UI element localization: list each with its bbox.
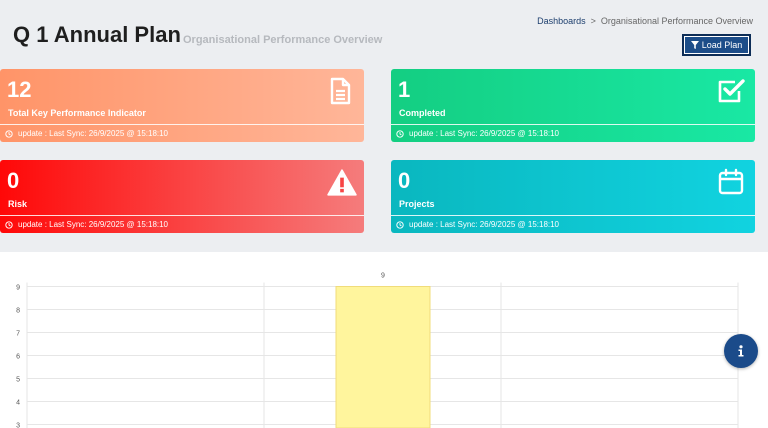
projects-footer: update : Last Sync: 26/9/2025 @ 15:18:10: [396, 220, 559, 229]
bar: [335, 286, 431, 428]
projects-sync-text: update : Last Sync: 26/9/2025 @ 15:18:10: [409, 220, 560, 229]
breadcrumb: Dashboards > Organisational Performance …: [537, 16, 753, 26]
page-title: Q 1 Annual Plan: [13, 22, 181, 47]
completed-value: 1: [398, 77, 411, 102]
card-divider: [0, 124, 364, 125]
card-divider: [0, 215, 364, 216]
y-tick-label: 9: [16, 285, 20, 292]
card-divider: [391, 215, 755, 216]
projects-card[interactable]: 0 Projects update : Last Sync: 26/9/2025…: [391, 160, 755, 233]
clock-icon: [396, 220, 404, 229]
risk-label: Risk: [8, 199, 28, 209]
y-tick-label: 4: [16, 400, 20, 407]
risk-card[interactable]: 0 Risk update : Last Sync: 26/9/2025 @ 1…: [0, 160, 364, 233]
checkbox-icon: [718, 79, 745, 103]
risk-sync-text: update : Last Sync: 26/9/2025 @ 15:18:10: [18, 220, 169, 229]
info-icon: [738, 345, 744, 357]
risk-footer: update : Last Sync: 26/9/2025 @ 15:18:10: [5, 220, 168, 229]
load-plan-label: Load Plan: [701, 40, 743, 50]
card-divider: [391, 124, 755, 125]
kpi-total-sync-text: update : Last Sync: 26/9/2025 @ 15:18:10: [18, 129, 169, 138]
calendar-icon: [718, 168, 744, 195]
bar-data-label: 9: [381, 273, 385, 280]
chart-panel: 3 4 5 6 7 8 9 9: [0, 252, 768, 428]
clock-icon: [5, 129, 13, 138]
kpi-total-footer: update : Last Sync: 26/9/2025 @ 15:18:10: [5, 129, 168, 138]
y-tick-label: 6: [16, 354, 20, 361]
page-subtitle: Organisational Performance Overview: [183, 34, 383, 46]
filter-icon: [690, 41, 699, 49]
projects-label: Projects: [399, 199, 435, 209]
bar-chart: 3 4 5 6 7 8 9 9: [16, 273, 739, 428]
projects-value: 0: [398, 168, 411, 193]
y-tick-label: 3: [16, 423, 20, 428]
y-tick-label: 8: [16, 308, 20, 315]
completed-footer: update : Last Sync: 26/9/2025 @ 15:18:10: [396, 129, 559, 138]
completed-label: Completed: [399, 108, 446, 118]
completed-card[interactable]: 1 Completed update : Last Sync: 26/9/202…: [391, 69, 755, 142]
document-icon: [330, 77, 351, 105]
kpi-total-card[interactable]: 12 Total Key Performance Indicator updat…: [0, 69, 364, 142]
info-button[interactable]: [724, 334, 758, 368]
risk-value: 0: [7, 168, 20, 193]
completed-sync-text: update : Last Sync: 26/9/2025 @ 15:18:10: [409, 129, 560, 138]
clock-icon: [396, 129, 404, 138]
breadcrumb-current: Organisational Performance Overview: [600, 16, 753, 26]
clock-icon: [5, 220, 13, 229]
kpi-total-label: Total Key Performance Indicator: [8, 108, 146, 118]
y-tick-label: 5: [16, 377, 20, 384]
warning-icon: [327, 169, 357, 196]
load-plan-button[interactable]: Load Plan: [682, 34, 751, 56]
breadcrumb-separator: >: [590, 16, 596, 26]
breadcrumb-dashboards-link[interactable]: Dashboards: [537, 16, 586, 26]
kpi-total-value: 12: [7, 77, 32, 102]
y-tick-label: 7: [16, 331, 20, 338]
